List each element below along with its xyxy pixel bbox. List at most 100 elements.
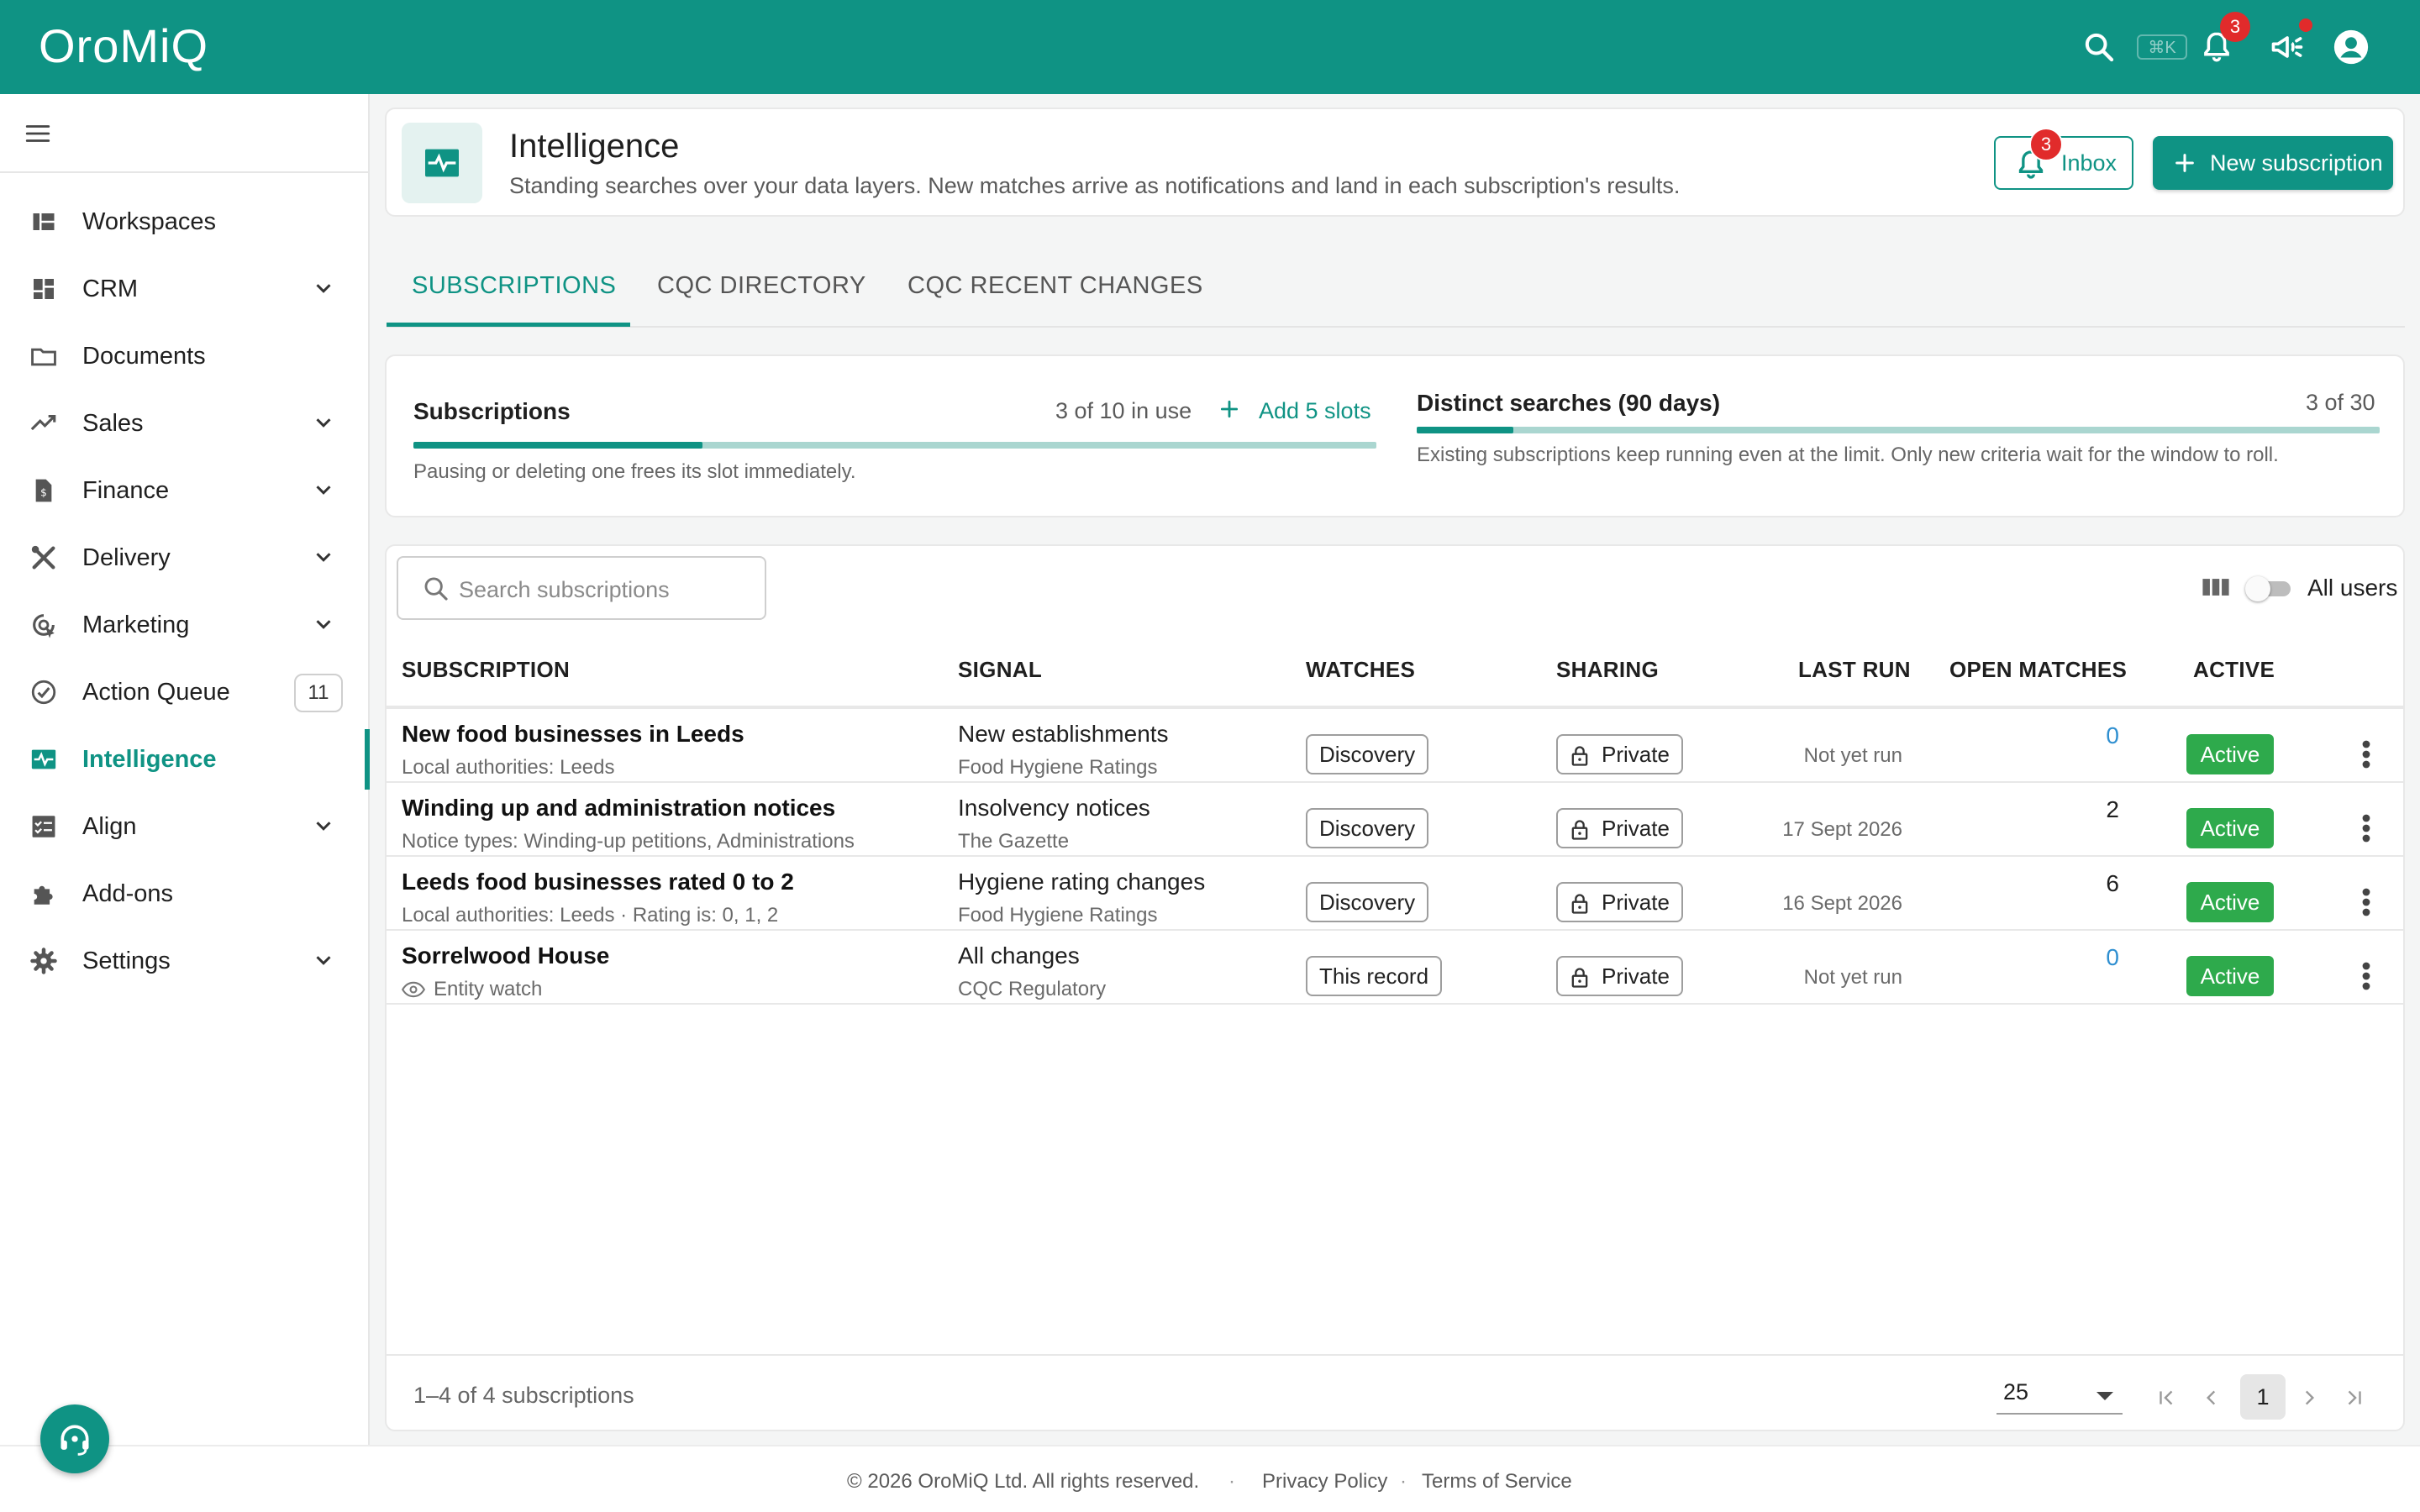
subscription-criteria: Local authorities: Leeds xyxy=(402,756,615,779)
column-header-subscription[interactable]: SUBSCRIPTION xyxy=(402,657,570,683)
caret-down-icon xyxy=(2096,1391,2114,1401)
last-page-icon[interactable] xyxy=(2334,1376,2375,1420)
page-header: Intelligence Standing searches over your… xyxy=(385,108,2405,217)
tab-cqc-directory[interactable]: CQC DIRECTORY xyxy=(657,272,866,300)
sharing-chip[interactable]: Private xyxy=(1556,882,1683,922)
chevron-down-icon[interactable] xyxy=(311,410,336,435)
sharing-chip[interactable]: Private xyxy=(1556,734,1683,774)
tab-cqc-recent-changes[interactable]: CQC RECENT CHANGES xyxy=(908,272,1203,300)
open-matches-count[interactable]: 0 xyxy=(2106,722,2119,749)
sidebar-item-workspaces[interactable]: Workspaces xyxy=(0,188,368,255)
lock-icon xyxy=(1568,891,1591,916)
sidebar-item-delivery[interactable]: Delivery xyxy=(0,524,368,591)
privacy-policy-link[interactable]: Privacy Policy xyxy=(1262,1470,1387,1494)
tab-subscriptions[interactable]: SUBSCRIPTIONS xyxy=(412,272,616,300)
sidebar-item-sales[interactable]: Sales xyxy=(0,390,368,457)
chevron-down-icon[interactable] xyxy=(311,612,336,637)
support-headset-button[interactable] xyxy=(40,1404,109,1473)
table-row[interactable]: Sorrelwood House Entity watch All change… xyxy=(387,931,2403,1005)
subscriptions-table-card: All users SUBSCRIPTION SIGNAL WATCHES SH… xyxy=(385,544,2405,1431)
subscription-title[interactable]: Sorrelwood House xyxy=(402,942,609,969)
sidebar-item-label: Intelligence xyxy=(82,745,217,773)
column-header-signal[interactable]: SIGNAL xyxy=(958,657,1042,683)
sidebar-item-intelligence[interactable]: Intelligence xyxy=(0,726,370,793)
sharing-label: Private xyxy=(1602,741,1670,767)
sidebar-item-label: Settings xyxy=(82,947,171,974)
open-matches-count[interactable]: 2 xyxy=(2106,796,2119,823)
column-header-active[interactable]: ACTIVE xyxy=(2193,657,2275,683)
table-footer-divider xyxy=(387,1354,2403,1356)
subscription-criteria-text: Entity watch xyxy=(434,978,543,1000)
search-input[interactable] xyxy=(459,573,753,606)
more-options-icon[interactable] xyxy=(2356,882,2376,922)
subscription-title[interactable]: New food businesses in Leeds xyxy=(402,721,744,748)
current-page-button[interactable]: 1 xyxy=(2240,1374,2286,1420)
sharing-label: Private xyxy=(1602,815,1670,841)
more-options-icon[interactable] xyxy=(2356,808,2376,848)
eye-icon xyxy=(402,980,425,999)
status-badge[interactable]: Active xyxy=(2186,734,2274,774)
next-page-icon[interactable] xyxy=(2289,1376,2329,1420)
subscription-title[interactable]: Leeds food businesses rated 0 to 2 xyxy=(402,869,794,895)
column-header-open-matches[interactable]: OPEN MATCHES xyxy=(1949,657,2127,683)
headset-icon xyxy=(56,1420,93,1457)
inbox-button[interactable]: Inbox xyxy=(1994,136,2133,190)
trending-up-icon xyxy=(27,407,60,440)
table-row[interactable]: New food businesses in Leeds Local autho… xyxy=(387,709,2403,783)
first-page-icon[interactable] xyxy=(2146,1376,2186,1420)
signal-source: Food Hygiene Ratings xyxy=(958,756,1158,779)
sidebar-item-label: CRM xyxy=(82,275,139,302)
sharing-chip[interactable]: Private xyxy=(1556,808,1683,848)
chevron-down-icon[interactable] xyxy=(311,544,336,570)
new-subscription-button[interactable]: New subscription xyxy=(2153,136,2393,190)
puzzle-icon xyxy=(27,877,60,911)
sharing-chip[interactable]: Private xyxy=(1556,956,1683,996)
sidebar-item-marketing[interactable]: Marketing xyxy=(0,591,368,659)
chevron-down-icon[interactable] xyxy=(311,813,336,838)
more-options-icon[interactable] xyxy=(2356,956,2376,996)
status-badge[interactable]: Active xyxy=(2186,882,2274,922)
column-header-sharing[interactable]: SHARING xyxy=(1556,657,1659,683)
subscriptions-usage-count: 3 of 10 in use xyxy=(1055,398,1192,423)
page-subtitle: Standing searches over your data layers.… xyxy=(509,173,1681,198)
status-badge[interactable]: Active xyxy=(2186,808,2274,848)
table-row[interactable]: Leeds food businesses rated 0 to 2 Local… xyxy=(387,857,2403,931)
more-options-icon[interactable] xyxy=(2356,734,2376,774)
status-badge[interactable]: Active xyxy=(2186,956,2274,996)
sidebar-item-documents[interactable]: Documents xyxy=(0,323,368,390)
footer-separator: · xyxy=(1228,1470,1235,1493)
table-row[interactable]: Winding up and administration notices No… xyxy=(387,783,2403,857)
all-users-toggle[interactable] xyxy=(2245,576,2292,601)
searches-usage-note: Existing subscriptions keep running even… xyxy=(1417,444,2279,466)
search-field[interactable] xyxy=(397,556,766,620)
sidebar-item-crm[interactable]: CRM xyxy=(0,255,368,323)
rows-per-page-select[interactable]: 25 xyxy=(1996,1374,2123,1415)
add-slots-label: Add 5 slots xyxy=(1259,398,1371,423)
previous-page-icon[interactable] xyxy=(2191,1376,2232,1420)
account-avatar-icon[interactable] xyxy=(2328,24,2375,71)
columns-icon[interactable] xyxy=(2202,575,2230,600)
sidebar-item-add-ons[interactable]: Add-ons xyxy=(0,860,368,927)
watches-chip: Discovery xyxy=(1306,808,1429,848)
sidebar-item-finance[interactable]: $ Finance xyxy=(0,457,368,524)
searches-usage-count: 3 of 30 xyxy=(2306,390,2375,415)
sidebar-item-align[interactable]: Align xyxy=(0,793,368,860)
search-icon[interactable] xyxy=(2075,24,2123,71)
column-header-last-run[interactable]: LAST RUN xyxy=(1798,657,1911,683)
chevron-down-icon[interactable] xyxy=(311,948,336,973)
sharing-label: Private xyxy=(1602,963,1670,989)
sidebar-item-settings[interactable]: Settings xyxy=(0,927,368,995)
terms-of-service-link[interactable]: Terms of Service xyxy=(1422,1470,1572,1494)
open-matches-count[interactable]: 6 xyxy=(2106,870,2119,897)
sidebar-item-action-queue[interactable]: Action Queue 11 xyxy=(0,659,368,726)
check-circle-icon xyxy=(27,675,60,709)
subscription-title[interactable]: Winding up and administration notices xyxy=(402,795,835,822)
chevron-down-icon[interactable] xyxy=(311,477,336,502)
sidebar-item-label: Marketing xyxy=(82,611,190,638)
menu-toggle-icon[interactable] xyxy=(24,119,52,148)
chevron-down-icon[interactable] xyxy=(311,276,336,301)
signal-source: CQC Regulatory xyxy=(958,978,1107,1000)
open-matches-count[interactable]: 0 xyxy=(2106,944,2119,971)
app-logo[interactable]: OroMiQ xyxy=(39,18,208,73)
column-header-watches[interactable]: WATCHES xyxy=(1306,657,1415,683)
